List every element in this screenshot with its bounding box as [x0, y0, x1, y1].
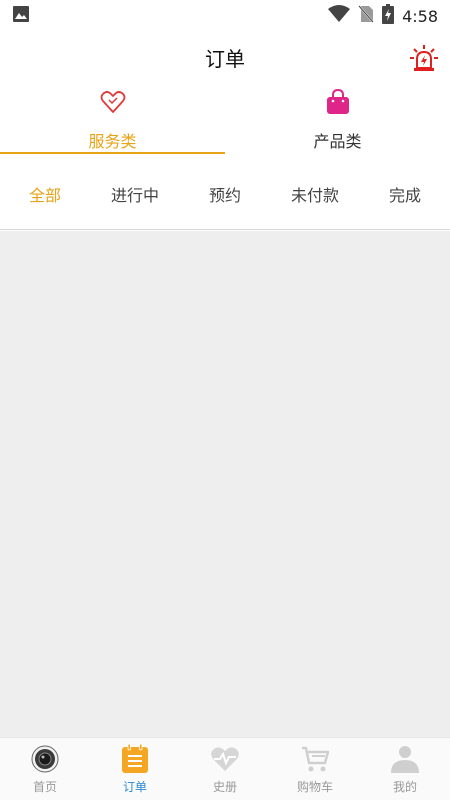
tab-service-label: 服务类: [88, 132, 137, 151]
nav-home-label: 首页: [32, 780, 57, 794]
alarm-button[interactable]: [410, 44, 438, 72]
filter-reserved[interactable]: 预约: [180, 182, 270, 206]
no-sim-icon: [358, 5, 374, 27]
page-title: 订单: [205, 46, 245, 71]
tab-service[interactable]: 服务类: [0, 82, 225, 158]
user-icon: [391, 746, 419, 773]
filter-all[interactable]: 全部: [0, 182, 90, 206]
nav-mine-label: 我的: [392, 780, 417, 794]
filter-in-progress[interactable]: 进行中: [90, 182, 180, 206]
order-status-filter: 全部 进行中 预约 未付款 完成: [0, 158, 450, 230]
status-time: 4:58: [402, 6, 438, 26]
tab-product-label: 产品类: [313, 132, 362, 151]
order-list[interactable]: [0, 231, 450, 737]
battery-charging-icon: [382, 4, 395, 28]
nav-orders[interactable]: 订单: [90, 738, 180, 800]
filter-completed[interactable]: 完成: [360, 182, 450, 206]
alarm-siren-icon: [410, 45, 438, 71]
header: 订单: [0, 32, 450, 82]
heartbeat-icon: [211, 747, 239, 771]
home-camera-icon: [31, 745, 59, 773]
nav-history[interactable]: 史册: [180, 738, 270, 800]
heart-icon: [100, 91, 125, 113]
tab-product[interactable]: 产品类: [225, 82, 450, 158]
image-icon: [12, 5, 30, 27]
cart-icon: [302, 746, 330, 772]
nav-home[interactable]: 首页: [0, 738, 90, 800]
bottom-nav: 首页 订单 史册 购物车 我的: [0, 737, 450, 800]
nav-history-label: 史册: [212, 780, 237, 794]
nav-orders-label: 订单: [122, 780, 147, 794]
status-bar: 4:58: [0, 0, 450, 32]
nav-cart-label: 购物车: [296, 780, 333, 794]
nav-cart[interactable]: 购物车: [270, 738, 360, 800]
filter-unpaid[interactable]: 未付款: [270, 182, 360, 206]
order-clipboard-icon: [122, 744, 148, 773]
shopping-bag-icon: [326, 88, 349, 114]
wifi-icon: [328, 5, 351, 27]
nav-mine[interactable]: 我的: [360, 738, 450, 800]
category-tabs: 服务类 产品类: [0, 82, 450, 158]
